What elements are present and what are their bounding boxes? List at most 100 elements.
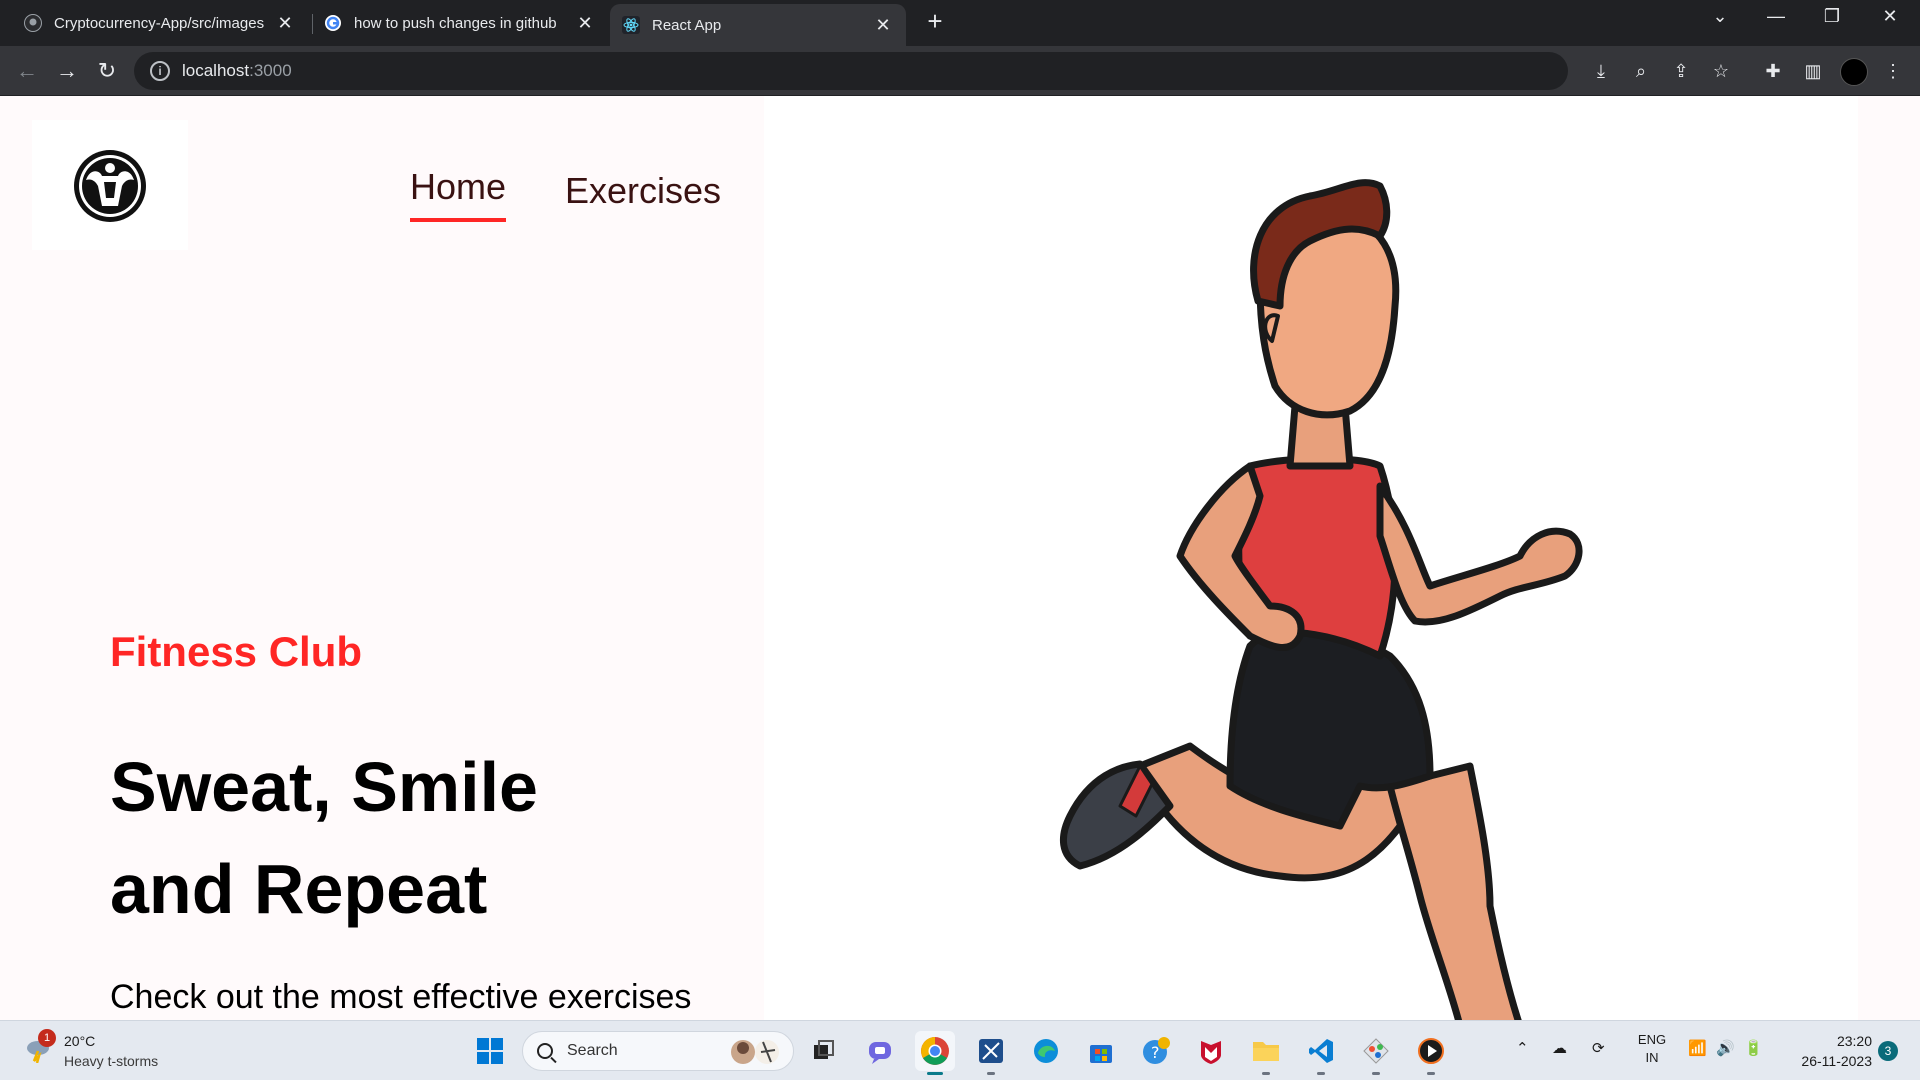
reload-button[interactable]: ↻ bbox=[92, 56, 122, 86]
taskbar-mcafee[interactable] bbox=[1191, 1031, 1231, 1071]
hero-club-label: Fitness Club bbox=[110, 628, 363, 675]
tab-search-chevron-icon[interactable]: ⌄ bbox=[1700, 6, 1740, 27]
nav-link-exercises[interactable]: Exercises bbox=[565, 170, 721, 212]
battery-icon[interactable]: 🔋 bbox=[1744, 1039, 1763, 1057]
tab-google[interactable]: how to push changes in github ✕ bbox=[312, 4, 608, 42]
bodybuilder-logo-icon[interactable] bbox=[72, 148, 148, 224]
runner-illustration bbox=[1059, 179, 1583, 1020]
edge-icon bbox=[1034, 1039, 1058, 1063]
close-window-button[interactable]: ✕ bbox=[1870, 6, 1910, 27]
hero-headline-line2: and Repeat bbox=[110, 850, 488, 928]
tab-title: Cryptocurrency-App/src/images bbox=[54, 14, 265, 32]
google-icon bbox=[325, 15, 341, 31]
hero-headline: Sweat, Smile and Repeat bbox=[110, 736, 710, 940]
running-indicator bbox=[987, 1072, 995, 1075]
nav-link-home[interactable]: Home bbox=[410, 166, 507, 222]
tab-github[interactable]: Cryptocurrency-App/src/images ✕ bbox=[12, 4, 308, 42]
close-tab-icon[interactable]: ✕ bbox=[574, 13, 596, 34]
side-panel-icon[interactable]: ▥ bbox=[1800, 58, 1826, 84]
running-indicator bbox=[1372, 1072, 1380, 1075]
weather-alert-badge: 1 bbox=[38, 1029, 56, 1047]
profile-avatar[interactable] bbox=[1840, 58, 1868, 86]
git-diamond-icon bbox=[1363, 1038, 1389, 1064]
wifi-icon[interactable]: 📶 bbox=[1688, 1039, 1707, 1057]
taskbar-media-player[interactable] bbox=[1411, 1031, 1451, 1075]
close-tab-icon[interactable]: ✕ bbox=[872, 15, 894, 36]
web-page: Home Exercises Fitness Club Sweat, Smile… bbox=[0, 96, 1920, 1020]
url-port: :3000 bbox=[249, 61, 292, 80]
running-indicator bbox=[1427, 1072, 1435, 1075]
menu-kebab-icon[interactable]: ⋮ bbox=[1880, 58, 1906, 84]
taskbar-chrome[interactable] bbox=[915, 1031, 955, 1075]
task-view-icon bbox=[814, 1040, 834, 1059]
microsoft-store-icon bbox=[1090, 1045, 1112, 1063]
hero-subtitle: Check out the most effective exercises bbox=[110, 978, 692, 1016]
url-text[interactable]: localhost:3000 bbox=[182, 61, 292, 81]
hero-headline-line1: Sweat, Smile bbox=[110, 748, 538, 826]
input-language[interactable]: ENG IN bbox=[1636, 1031, 1668, 1067]
taskbar-task-view[interactable] bbox=[804, 1031, 844, 1071]
browser-toolbar: ← → ↻ i localhost:3000 ⤓ ⌕ ⇪ ☆ ✚ ▥ ⋮ bbox=[0, 46, 1920, 96]
clock-date: 26-11-2023 bbox=[1801, 1053, 1872, 1069]
chrome-icon bbox=[921, 1037, 949, 1065]
url-host: localhost bbox=[182, 61, 250, 80]
start-button[interactable] bbox=[470, 1031, 510, 1071]
weather-temp: 20°C bbox=[64, 1033, 96, 1049]
lang-region: IN bbox=[1645, 1050, 1659, 1065]
github-icon bbox=[24, 14, 42, 32]
taskbar-vscode[interactable] bbox=[1301, 1031, 1341, 1075]
notification-count-badge[interactable]: 3 bbox=[1878, 1041, 1898, 1061]
folder-icon bbox=[1253, 1042, 1279, 1061]
taskbar-file-explorer[interactable] bbox=[1246, 1031, 1286, 1075]
taskbar-app-blue[interactable] bbox=[971, 1031, 1011, 1075]
show-hidden-icons-chevron-icon[interactable]: ⌃ bbox=[1516, 1039, 1529, 1057]
windows-logo-icon bbox=[477, 1038, 503, 1064]
taskbar-git[interactable] bbox=[1356, 1031, 1396, 1075]
react-icon bbox=[622, 16, 640, 34]
mcafee-shield-icon bbox=[1201, 1041, 1221, 1064]
sync-icon[interactable]: ⟳ bbox=[1592, 1039, 1605, 1057]
new-tab-button[interactable]: + bbox=[920, 6, 950, 37]
windows-taskbar: 1 20°C Heavy t-storms Search ? ⌃ ☁ ⟳ ENG… bbox=[0, 1020, 1920, 1080]
taskbar-edge[interactable] bbox=[1026, 1031, 1066, 1071]
vscode-icon bbox=[1309, 1039, 1333, 1063]
share-icon[interactable]: ⇪ bbox=[1668, 58, 1694, 84]
weather-widget[interactable]: 1 20°C Heavy t-storms bbox=[20, 1029, 190, 1073]
tab-strip: Cryptocurrency-App/src/images ✕ how to p… bbox=[0, 0, 1920, 46]
lang-code: ENG bbox=[1637, 1032, 1667, 1047]
tab-react-app[interactable]: React App ✕ bbox=[610, 4, 906, 46]
install-app-icon[interactable]: ⤓ bbox=[1588, 58, 1614, 84]
onedrive-offline-icon[interactable]: ☁ bbox=[1552, 1039, 1567, 1057]
teams-chat-icon bbox=[869, 1042, 891, 1064]
volume-icon[interactable]: 🔊 bbox=[1716, 1039, 1735, 1057]
running-indicator bbox=[1317, 1072, 1325, 1075]
system-clock[interactable]: 23:20 26-11-2023 bbox=[1786, 1031, 1872, 1071]
back-button[interactable]: ← bbox=[12, 56, 42, 86]
svg-text:?: ? bbox=[1151, 1043, 1160, 1062]
get-help-icon: ? bbox=[1143, 1037, 1170, 1064]
hero-right-margin bbox=[1858, 96, 1920, 1020]
extensions-puzzle-icon[interactable]: ✚ bbox=[1760, 58, 1786, 84]
taskbar-store[interactable] bbox=[1081, 1031, 1121, 1071]
forward-button[interactable]: → bbox=[52, 56, 82, 86]
address-bar[interactable]: i localhost:3000 bbox=[134, 52, 1568, 90]
clock-time: 23:20 bbox=[1836, 1033, 1872, 1049]
media-play-icon bbox=[1418, 1038, 1444, 1064]
bookmark-star-icon[interactable]: ☆ bbox=[1708, 58, 1734, 84]
tab-title: how to push changes in github bbox=[354, 14, 557, 32]
tab-title: React App bbox=[652, 16, 722, 34]
taskbar-get-help[interactable]: ? bbox=[1136, 1031, 1176, 1071]
zoom-icon[interactable]: ⌕ bbox=[1628, 58, 1654, 84]
search-icon bbox=[537, 1043, 553, 1059]
close-tab-icon[interactable]: ✕ bbox=[274, 13, 296, 34]
taskbar-search-box[interactable]: Search bbox=[522, 1031, 794, 1071]
active-indicator bbox=[927, 1072, 943, 1075]
running-indicator bbox=[1262, 1072, 1270, 1075]
taskbar-chat[interactable] bbox=[860, 1031, 900, 1071]
minimize-button[interactable]: — bbox=[1756, 6, 1796, 27]
restore-button[interactable]: ❐ bbox=[1812, 6, 1852, 27]
search-highlight-art-icon bbox=[731, 1040, 779, 1064]
snipping-tool-icon bbox=[979, 1039, 1003, 1063]
weather-description: Heavy t-storms bbox=[64, 1053, 159, 1069]
site-info-icon[interactable]: i bbox=[150, 61, 170, 81]
